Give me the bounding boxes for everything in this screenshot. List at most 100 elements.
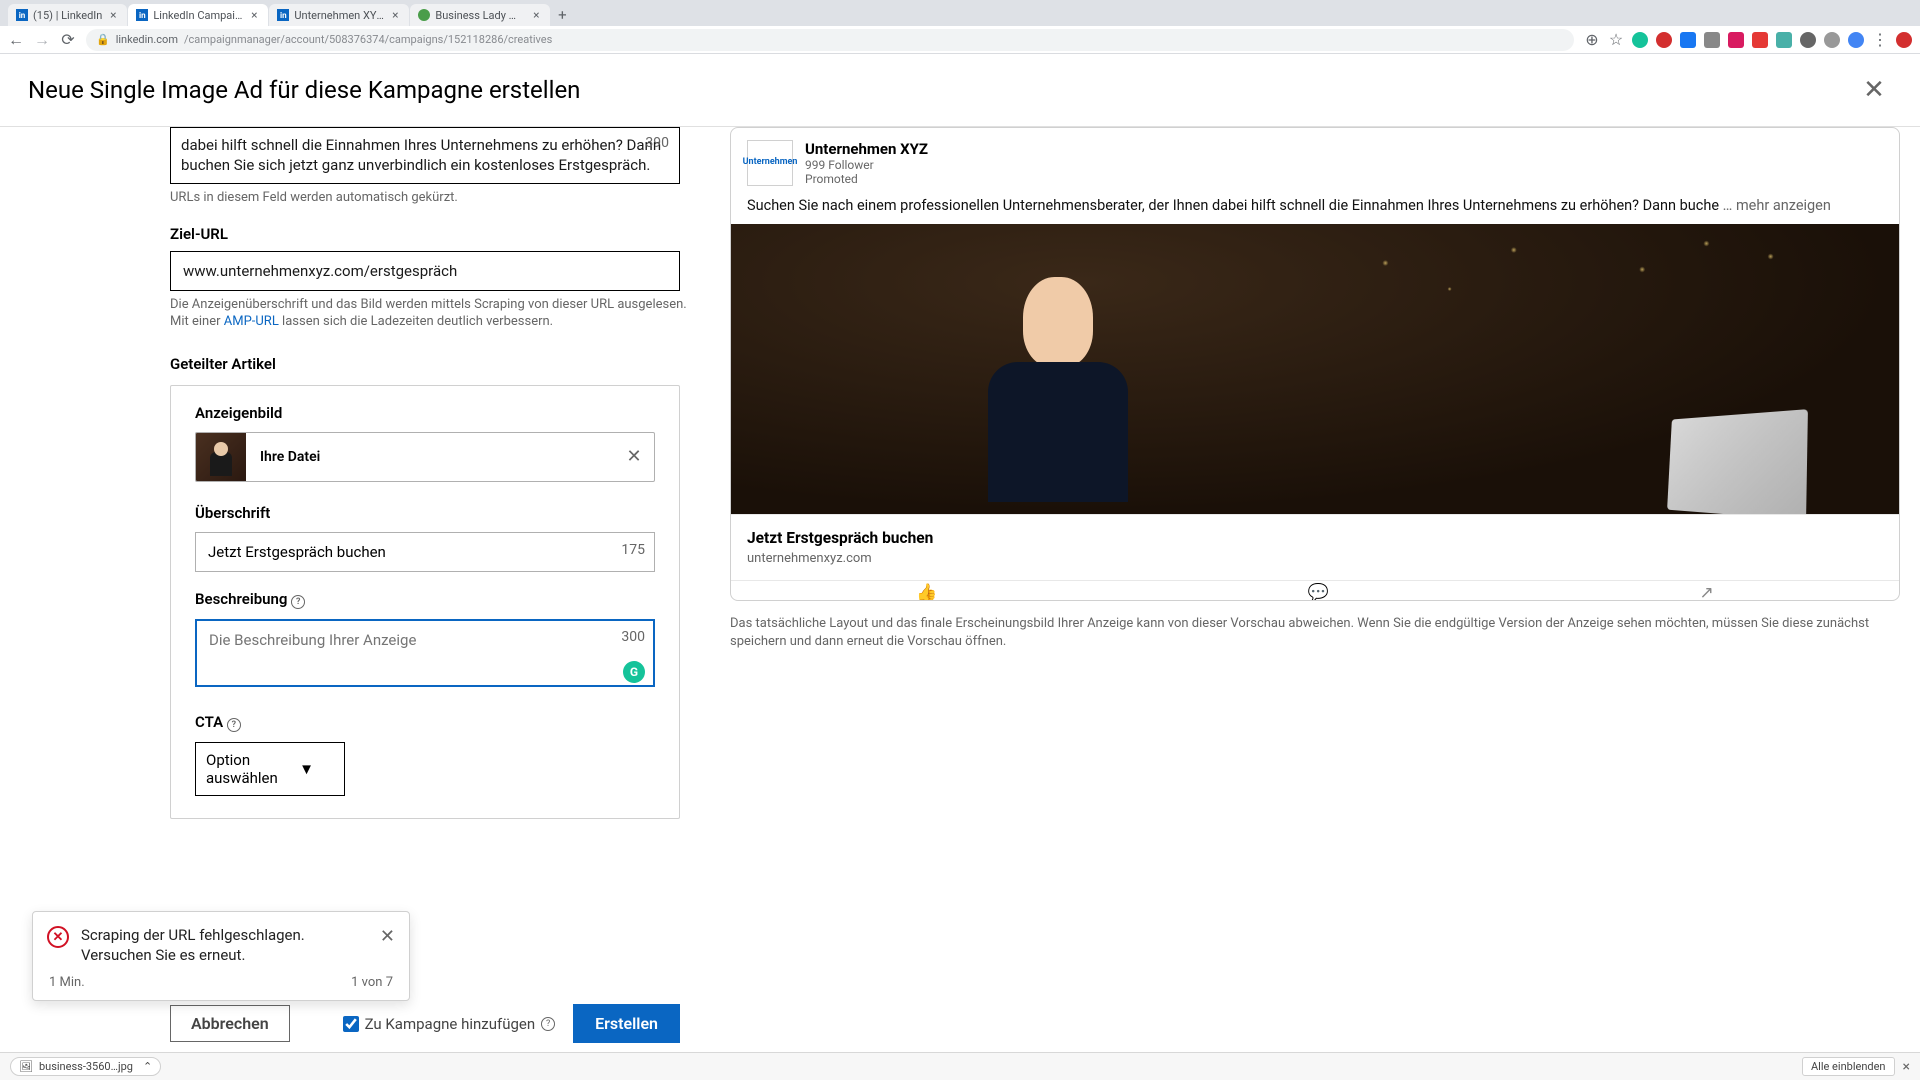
tab-title: Unternehmen XYZ: Administra bbox=[294, 9, 384, 22]
image-thumbnail bbox=[196, 432, 246, 482]
ext-icon[interactable] bbox=[1656, 32, 1672, 48]
add-to-campaign-label: Zu Kampagne hinzufügen bbox=[365, 1015, 536, 1033]
close-toast-button[interactable]: ✕ bbox=[380, 926, 395, 947]
image-picker: Ihre Datei ✕ bbox=[195, 432, 655, 482]
help-icon[interactable]: ? bbox=[291, 595, 305, 609]
intro-text-value: dabei hilft schnell die Einnahmen Ihres … bbox=[181, 136, 661, 174]
create-button[interactable]: Erstellen bbox=[573, 1004, 680, 1043]
remove-image-button[interactable]: ✕ bbox=[614, 446, 654, 467]
char-counter: 175 bbox=[621, 542, 645, 558]
target-url-label: Ziel-URL bbox=[170, 225, 692, 243]
more-link[interactable]: … mehr anzeigen bbox=[1719, 197, 1831, 214]
cta-label: CTA ? bbox=[195, 713, 655, 732]
download-filename: business-3560…jpg bbox=[39, 1060, 133, 1073]
record-icon[interactable] bbox=[1896, 32, 1912, 48]
ext-icon[interactable] bbox=[1776, 32, 1792, 48]
char-counter: 300 bbox=[621, 629, 645, 645]
description-input[interactable] bbox=[195, 619, 655, 687]
chevron-down-icon: ▼ bbox=[299, 760, 314, 778]
add-to-campaign-checkbox[interactable] bbox=[343, 1016, 359, 1032]
extension-icons: ⊕ ☆ ⋮ bbox=[1584, 32, 1912, 48]
show-all-downloads-button[interactable]: Alle einblenden bbox=[1802, 1057, 1895, 1076]
toast-time: 1 Min. bbox=[49, 975, 85, 990]
ext-icon[interactable] bbox=[1680, 32, 1696, 48]
preview-hero-image bbox=[731, 224, 1899, 514]
download-item[interactable]: 🖼 business-3560…jpg ⌃ bbox=[10, 1057, 161, 1076]
preview-domain: unternehmenxyz.com bbox=[747, 551, 1883, 566]
image-file-label: Ihre Datei bbox=[246, 449, 614, 465]
help-icon[interactable]: ? bbox=[541, 1017, 555, 1031]
preview-social-actions: 👍 💬 ↗ bbox=[731, 580, 1899, 600]
tab-title: LinkedIn Campaign Manager bbox=[153, 9, 243, 22]
comment-icon: 💬 bbox=[1308, 583, 1329, 600]
close-icon[interactable]: × bbox=[107, 9, 119, 21]
ext-icon[interactable] bbox=[1704, 32, 1720, 48]
address-bar: ← → ⟳ 🔒 linkedin.com/campaignmanager/acc… bbox=[0, 26, 1920, 54]
toast-message: Scraping der URL fehlgeschlagen. Versuch… bbox=[81, 926, 368, 965]
preview-panel: Unternehmen Unternehmen XYZ 999 Follower… bbox=[720, 127, 1920, 1055]
zoom-icon[interactable]: ⊕ bbox=[1584, 32, 1600, 48]
browser-tab[interactable]: in (15) | LinkedIn × bbox=[8, 4, 127, 26]
menu-icon[interactable]: ⋮ bbox=[1872, 32, 1888, 48]
shared-article-label: Geteilter Artikel bbox=[170, 355, 692, 373]
ext-icon[interactable] bbox=[1632, 32, 1648, 48]
headline-label: Überschrift bbox=[195, 504, 655, 522]
error-icon: ✕ bbox=[47, 926, 69, 948]
like-icon: 👍 bbox=[916, 583, 937, 600]
promoted-label: Promoted bbox=[805, 172, 928, 186]
dialog-header: Neue Single Image Ad für diese Kampagne … bbox=[0, 54, 1920, 127]
url-host: linkedin.com bbox=[116, 33, 178, 46]
ext-icon[interactable] bbox=[1752, 32, 1768, 48]
help-icon[interactable]: ? bbox=[227, 718, 241, 732]
ext-icon[interactable] bbox=[1824, 32, 1840, 48]
close-dialog-button[interactable]: ✕ bbox=[1856, 72, 1892, 108]
target-url-input[interactable] bbox=[170, 251, 680, 291]
amp-url-link[interactable]: AMP-URL bbox=[224, 314, 279, 329]
footer-bar: Abbrechen Zu Kampagne hinzufügen ? Erste… bbox=[170, 996, 680, 1055]
url-input[interactable]: 🔒 linkedin.com/campaignmanager/account/5… bbox=[86, 29, 1574, 51]
ad-image-label: Anzeigenbild bbox=[195, 404, 655, 422]
browser-tab[interactable]: in LinkedIn Campaign Manager × bbox=[128, 4, 268, 26]
dialog-title: Neue Single Image Ad für diese Kampagne … bbox=[28, 76, 580, 104]
company-name: Unternehmen XYZ bbox=[805, 140, 928, 158]
target-url-hint: Die Anzeigenüberschrift und das Bild wer… bbox=[170, 297, 692, 331]
avatar-icon[interactable] bbox=[1848, 32, 1864, 48]
reload-button[interactable]: ⟳ bbox=[60, 32, 76, 48]
preview-disclaimer: Das tatsächliche Layout und das finale E… bbox=[730, 615, 1900, 651]
close-icon[interactable]: × bbox=[389, 9, 401, 21]
cancel-button[interactable]: Abbrechen bbox=[170, 1005, 290, 1042]
lock-icon: 🔒 bbox=[96, 33, 110, 46]
close-icon[interactable]: × bbox=[248, 9, 260, 21]
browser-tab[interactable]: in Unternehmen XYZ: Administra × bbox=[269, 4, 409, 26]
share-icon: ↗ bbox=[1700, 583, 1714, 600]
download-bar: 🖼 business-3560…jpg ⌃ Alle einblenden × bbox=[0, 1052, 1920, 1080]
grammarly-icon[interactable]: G bbox=[623, 661, 645, 683]
form-panel: dabei hilft schnell die Einnahmen Ihres … bbox=[0, 127, 720, 1055]
cta-select[interactable]: Option auswählen ▼ bbox=[195, 742, 345, 796]
close-download-bar-button[interactable]: × bbox=[1903, 1059, 1910, 1075]
browser-tab-strip: in (15) | LinkedIn × in LinkedIn Campaig… bbox=[0, 0, 1920, 26]
star-icon[interactable]: ☆ bbox=[1608, 32, 1624, 48]
headline-input[interactable] bbox=[195, 532, 655, 572]
chevron-up-icon[interactable]: ⌃ bbox=[143, 1060, 152, 1073]
linkedin-favicon: in bbox=[277, 9, 289, 21]
browser-tab[interactable]: Business Lady Woman - Free × bbox=[410, 4, 550, 26]
forward-button[interactable]: → bbox=[34, 32, 50, 48]
tab-title: Business Lady Woman - Free bbox=[435, 9, 525, 22]
ad-preview-card: Unternehmen Unternehmen XYZ 999 Follower… bbox=[730, 127, 1900, 601]
error-toast: ✕ Scraping der URL fehlgeschlagen. Versu… bbox=[32, 911, 410, 1001]
ext-icon[interactable] bbox=[1728, 32, 1744, 48]
preview-body-text: Suchen Sie nach einem professionellen Un… bbox=[731, 192, 1899, 224]
ext-icon[interactable] bbox=[1800, 32, 1816, 48]
intro-text-input[interactable]: dabei hilft schnell die Einnahmen Ihres … bbox=[170, 127, 680, 184]
char-counter: 390 bbox=[645, 134, 669, 152]
linkedin-favicon: in bbox=[136, 9, 148, 21]
preview-headline: Jetzt Erstgespräch buchen bbox=[747, 529, 1883, 547]
linkedin-favicon: in bbox=[16, 9, 28, 21]
toast-count: 1 von 7 bbox=[351, 975, 393, 990]
cta-value: Option auswählen bbox=[206, 751, 291, 787]
close-icon[interactable]: × bbox=[530, 9, 542, 21]
tab-title: (15) | LinkedIn bbox=[33, 9, 102, 22]
back-button[interactable]: ← bbox=[8, 32, 24, 48]
new-tab-button[interactable]: + bbox=[551, 4, 573, 26]
